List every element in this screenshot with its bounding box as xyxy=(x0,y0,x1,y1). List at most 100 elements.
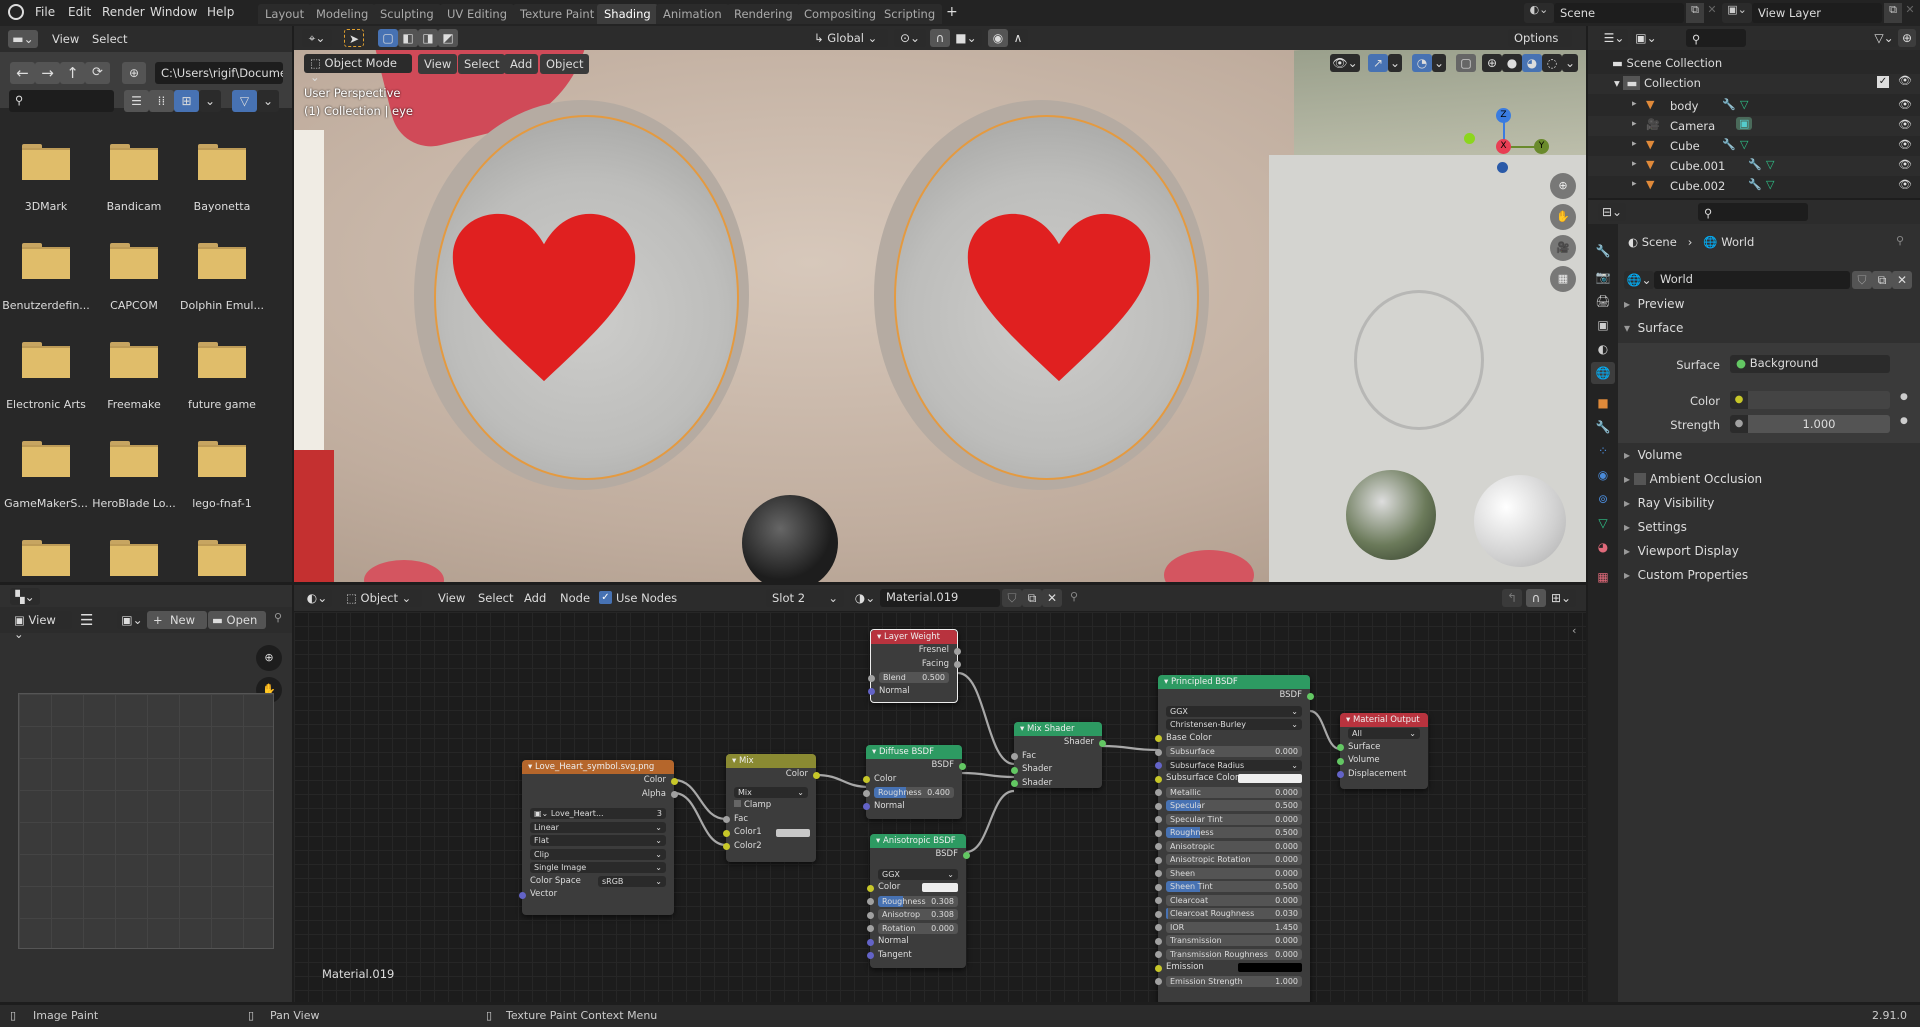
node-pin-icon[interactable]: ⚲ xyxy=(1070,590,1078,603)
xray-icon[interactable]: ▢ xyxy=(1456,54,1476,72)
fake-user-icon[interactable]: ⛉ xyxy=(1002,589,1022,607)
subsurface-radius-dropdown[interactable]: Subsurface Radius ⌄ xyxy=(1166,759,1302,771)
collection-visibility-eye-icon[interactable]: 👁 xyxy=(1898,74,1912,87)
principled-field[interactable]: Anisotropic 0.000 xyxy=(1166,840,1302,852)
object-mode-dropdown[interactable]: ⬚ Object Mode ⌄ xyxy=(304,54,412,84)
folder-label[interactable]: CAPCOM xyxy=(90,299,178,312)
mix-node-header[interactable]: ▾ Mix xyxy=(726,754,816,768)
viewport-menu-object[interactable]: Object xyxy=(540,54,590,74)
aniso-normal-socket[interactable] xyxy=(866,938,874,946)
rendered-shading-icon[interactable]: ◌ xyxy=(1542,54,1562,72)
fresnel-socket[interactable] xyxy=(953,647,961,655)
base-color-socket[interactable] xyxy=(1154,735,1162,742)
3d-viewport[interactable]: ⬚ Object Mode ⌄ View Select Add Object U… xyxy=(294,50,1586,582)
principled-field[interactable]: Clearcoat 0.000 xyxy=(1166,894,1302,906)
camera-data-icon[interactable]: ▣ xyxy=(1736,117,1753,130)
mix-shader-input1-socket[interactable] xyxy=(1010,766,1018,774)
subsurface-socket[interactable] xyxy=(1154,748,1162,756)
outliner-item[interactable]: ▸ 🎥 Camera ▣ 👁 xyxy=(1588,116,1920,136)
folder-label[interactable]: HeroBlade Lo... xyxy=(90,497,178,510)
color1-swatch[interactable] xyxy=(776,829,810,837)
back-icon[interactable]: ← xyxy=(10,62,35,84)
modifier-wrench-icon[interactable]: 🔧 xyxy=(1722,138,1736,151)
projection-dropdown[interactable]: Flat ⌄ xyxy=(530,835,666,846)
section-custom-properties[interactable]: ▸ Custom Properties xyxy=(1624,568,1920,590)
viewport-pan-icon[interactable]: ✋ xyxy=(1550,204,1576,230)
transform-pivot-icon[interactable]: ⌖⌄ xyxy=(302,29,332,47)
tab-layout[interactable]: Layout xyxy=(258,4,312,24)
principled-field[interactable]: IOR 1.450 xyxy=(1166,921,1302,933)
principled-field[interactable]: Specular 0.500 xyxy=(1166,800,1302,811)
material-preview-shading-icon[interactable]: ◕ xyxy=(1522,54,1542,72)
section-preview[interactable]: ▸ Preview xyxy=(1624,297,1920,319)
scene-collection-row[interactable]: ▬ Scene Collection xyxy=(1612,56,1722,70)
properties-tab-view-layer-icon[interactable]: ▣ xyxy=(1591,314,1615,336)
display-mode-icon[interactable]: ▣⌄ xyxy=(1632,29,1660,47)
image-datablock-field[interactable]: ▣⌄ Love_Heart... 3 xyxy=(530,808,666,819)
folder-label[interactable]: GameMakerS... xyxy=(2,497,90,510)
properties-tab-scene-icon[interactable]: ◐ xyxy=(1591,338,1615,360)
directory-path-field[interactable]: C:\Users\rigif\Docume... xyxy=(155,62,283,84)
pin-icon[interactable]: ⚲ xyxy=(274,611,282,624)
blend-field[interactable]: Blend 0.500 xyxy=(879,672,949,683)
principled-field-socket[interactable] xyxy=(1154,856,1162,864)
color-keyframe-dot[interactable]: ● xyxy=(1900,392,1908,402)
diffuse-color-socket[interactable] xyxy=(862,776,870,783)
browse-image-icon[interactable]: ▣⌄ xyxy=(117,611,147,629)
tab-animation[interactable]: Animation xyxy=(656,4,729,24)
folder-label[interactable]: Dolphin Emul... xyxy=(178,299,266,312)
gizmo-options-chevron-icon[interactable]: ⌄ xyxy=(1388,54,1402,72)
tab-uv-editing[interactable]: UV Editing xyxy=(440,4,514,24)
node-menu-node[interactable]: Node xyxy=(560,591,590,605)
link-diffuse-to-mix-shader[interactable] xyxy=(961,771,1015,779)
uv-grid-canvas[interactable] xyxy=(18,693,274,949)
visibility-selectability-icon[interactable]: 👁⌄ xyxy=(1330,54,1360,72)
mesh-data-icon[interactable]: ▽ xyxy=(1740,98,1748,111)
properties-tab-world-icon[interactable]: 🌐 xyxy=(1591,362,1615,384)
ambient-occlusion-checkbox[interactable] xyxy=(1633,473,1646,485)
principled-field[interactable]: Anisotropic Rotation 0.000 xyxy=(1166,854,1302,865)
modifier-wrench-icon[interactable]: 🔧 xyxy=(1748,158,1762,171)
principled-field-socket[interactable] xyxy=(1154,816,1162,823)
ortho-toggle-icon[interactable]: ▦ xyxy=(1550,266,1576,292)
principled-field-socket[interactable] xyxy=(1154,829,1162,837)
menu-edit[interactable]: Edit xyxy=(68,5,91,19)
new-image-button[interactable]: + New xyxy=(147,611,207,629)
tab-modeling[interactable]: Modeling xyxy=(309,4,376,24)
strength-keyframe-dot[interactable]: ● xyxy=(1900,416,1908,426)
new-view-layer-icon[interactable]: ⧉ xyxy=(1884,3,1902,23)
link-facing-to-mix-fac[interactable] xyxy=(957,671,1015,766)
transform-orientation-dropdown[interactable]: ↳ Global ⌄ xyxy=(810,29,888,47)
output-target-dropdown[interactable]: All ⌄ xyxy=(1348,728,1420,739)
properties-tab-render-icon[interactable]: 📷 xyxy=(1591,266,1615,288)
node-mode-dropdown[interactable]: ⬚ Object ⌄ xyxy=(340,589,422,607)
fb-menu-select[interactable]: Select xyxy=(92,32,127,46)
add-workspace-button[interactable]: + xyxy=(946,4,958,20)
folder-label[interactable]: future game xyxy=(178,398,266,411)
principled-field-socket[interactable] xyxy=(1154,897,1162,904)
diffuse-normal-socket[interactable] xyxy=(862,803,870,810)
outliner-item[interactable]: ▸ ▼ body 🔧 ▽ 👁 xyxy=(1588,96,1920,116)
facing-socket[interactable] xyxy=(953,661,961,668)
aniso-field[interactable]: Anisotrop 0.308 xyxy=(878,909,958,920)
link-mix-to-diffuse[interactable] xyxy=(815,773,871,789)
subsurface-field[interactable]: Subsurface 0.000 xyxy=(1166,746,1302,757)
select-intersect-icon[interactable]: ◩ xyxy=(438,29,458,47)
scene-selector-icon[interactable]: ◐⌄ xyxy=(1524,3,1554,23)
shading-options-chevron-icon[interactable]: ⌄ xyxy=(1562,54,1578,72)
principled-field[interactable]: Roughness 0.500 xyxy=(1166,827,1302,838)
aniso-field-socket[interactable] xyxy=(866,911,874,919)
image-texture-node-header[interactable]: ▾ Love_Heart_symbol.svg.png xyxy=(522,760,674,774)
fb-menu-view[interactable]: View xyxy=(52,32,79,46)
folder-item[interactable] xyxy=(110,144,158,180)
duplicate-material-icon[interactable]: ⧉ xyxy=(1022,589,1042,607)
folder-item[interactable] xyxy=(198,342,246,378)
viewport-menu-select[interactable]: Select xyxy=(458,54,506,74)
link-aniso-to-mix-shader[interactable] xyxy=(965,789,1015,854)
new-folder-icon[interactable]: ⊕ xyxy=(122,62,146,84)
section-surface[interactable]: ▾ Surface xyxy=(1624,321,1920,343)
link-mix-shader-to-base-color[interactable] xyxy=(1101,744,1159,752)
visibility-eye-icon[interactable]: 👁 xyxy=(1898,158,1912,171)
principled-field-socket[interactable] xyxy=(1154,789,1162,796)
blend-type-dropdown[interactable]: Mix ⌄ xyxy=(734,786,808,798)
